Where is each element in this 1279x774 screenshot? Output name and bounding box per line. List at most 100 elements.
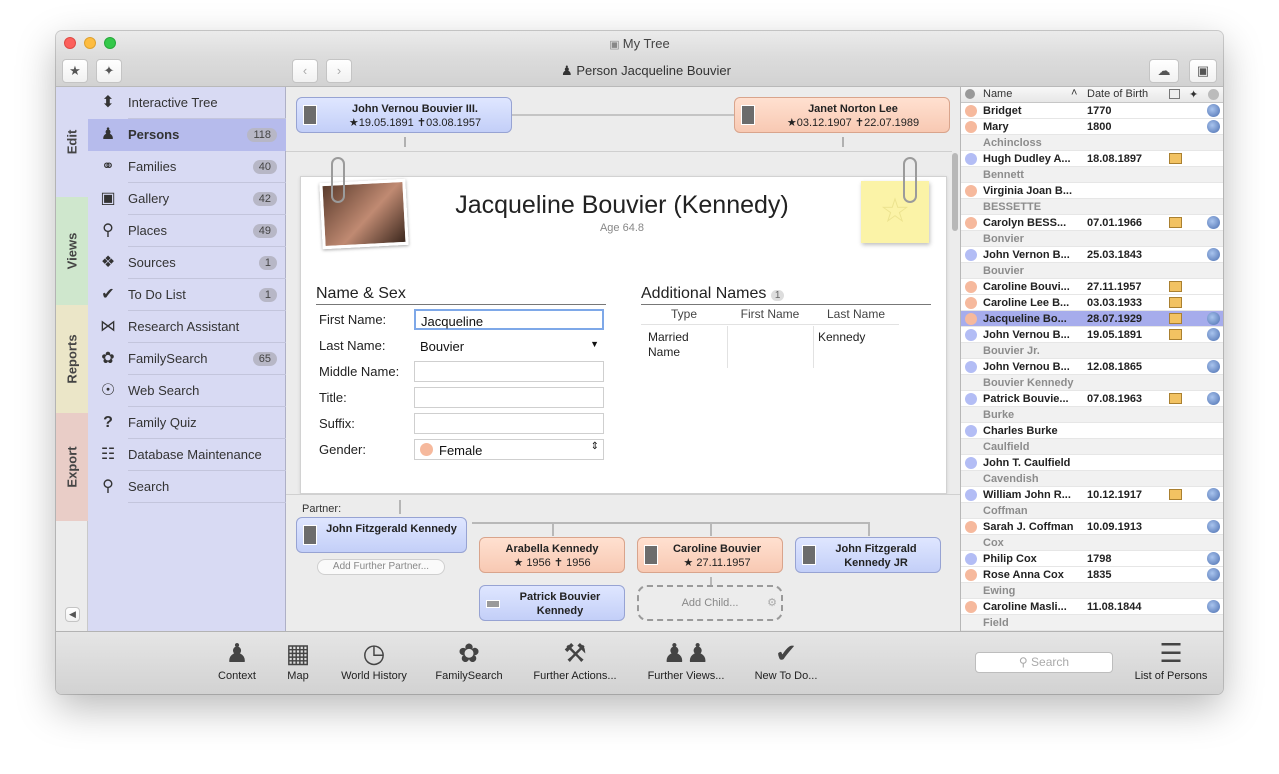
table-row[interactable]: Virginia Joan B... — [961, 183, 1223, 199]
first-name-field[interactable]: Jacqueline — [414, 309, 604, 330]
group-header[interactable]: Field — [961, 615, 1223, 631]
table-row-selected[interactable]: Jacqueline Bo... 28.07.1929 — [961, 311, 1223, 327]
sidebar-item-research-assistant[interactable]: ⋈ Research Assistant — [88, 311, 286, 343]
pin-icon: ⚲ — [102, 222, 114, 239]
child-name: Patrick Bouvier Kennedy — [519, 591, 601, 617]
table-row[interactable]: Charles Burke — [961, 423, 1223, 439]
sidebar-item-places[interactable]: ⚲ Places 49 — [88, 215, 286, 247]
sex-column-icon[interactable] — [965, 89, 975, 99]
table-row[interactable]: Caroline Masli... 11.08.1844 — [961, 599, 1223, 615]
column-header[interactable]: First Name — [727, 307, 813, 321]
mother-card[interactable]: Janet Norton Lee ★03.12.1907 ✝22.07.1989 — [734, 97, 950, 133]
list-of-persons-button[interactable]: ☰ List of Persons — [1128, 636, 1214, 682]
sidebar-item-gallery[interactable]: ▣ Gallery 42 — [88, 183, 286, 215]
group-header[interactable]: Bennett — [961, 167, 1223, 183]
child-card-caroline[interactable]: Caroline Bouvier ★ 27.11.1957 — [637, 537, 783, 573]
table-row[interactable]: Mary 1800 — [961, 119, 1223, 135]
add-partner-button[interactable]: Add Further Partner... — [317, 559, 445, 575]
globe-column-icon[interactable] — [1208, 89, 1219, 100]
tag-column-icon[interactable]: ✦ — [1189, 88, 1198, 101]
favorites-button[interactable]: ★ — [62, 59, 88, 83]
table-row[interactable]: John Vernou B... 19.05.1891 — [961, 327, 1223, 343]
cloud-button[interactable]: ☁ — [1149, 59, 1179, 83]
partner-card[interactable]: John Fitzgerald Kennedy — [296, 517, 467, 553]
sidebar-item-family-quiz[interactable]: ? Family Quiz — [88, 407, 286, 439]
middle-name-field[interactable] — [414, 361, 604, 382]
table-row[interactable]: Hugh Dudley A... 18.08.1897 — [961, 151, 1223, 167]
table-row[interactable]: Sarah J. Coffman 10.09.1913 — [961, 519, 1223, 535]
child-card-patrick[interactable]: Patrick Bouvier Kennedy — [479, 585, 625, 621]
group-header[interactable]: Bouvier — [961, 263, 1223, 279]
title-field[interactable] — [414, 387, 604, 408]
further-views-button[interactable]: ♟♟ Further Views... — [640, 636, 732, 682]
globe-icon — [1207, 120, 1220, 133]
sticky-note[interactable]: ☆ — [861, 181, 929, 243]
column-header[interactable]: Last Name — [813, 307, 899, 321]
date-of-birth-cell: 11.08.1844 — [1087, 601, 1142, 613]
suffix-field[interactable] — [414, 413, 604, 434]
sidebar-item-sources[interactable]: ❖ Sources 1 — [88, 247, 286, 279]
gender-select[interactable]: Female ⇕ — [414, 439, 604, 460]
sidebar-item-persons[interactable]: ♟ Persons 118 — [88, 119, 286, 151]
table-row[interactable]: Rose Anna Cox 1835 — [961, 567, 1223, 583]
group-header[interactable]: Ewing — [961, 583, 1223, 599]
name-column-header[interactable]: Name — [983, 88, 1012, 100]
group-header[interactable]: Bouvier Jr. — [961, 343, 1223, 359]
tab-export[interactable]: Export — [56, 413, 88, 521]
group-header[interactable]: Cavendish — [961, 471, 1223, 487]
child-card-arabella[interactable]: Arabella Kennedy ★ 1956 ✝ 1956 — [479, 537, 625, 573]
further-actions-button[interactable]: ⚒ Further Actions... — [524, 636, 626, 682]
sidebar-item-database-maintenance[interactable]: ☷ Database Maintenance — [88, 439, 286, 471]
panel-icon: ▣ — [1196, 63, 1210, 78]
group-header[interactable]: Coffman — [961, 503, 1223, 519]
world-history-button[interactable]: ◷ World History — [334, 636, 414, 682]
scrollbar-thumb[interactable] — [952, 153, 958, 231]
group-header[interactable]: Cox — [961, 535, 1223, 551]
group-header[interactable]: Achincloss — [961, 135, 1223, 151]
sidebar-toggle-button[interactable]: ▣ — [1189, 59, 1217, 83]
group-header[interactable]: Bonvier — [961, 231, 1223, 247]
sidebar-item-to-do-list[interactable]: ✔ To Do List 1 — [88, 279, 286, 311]
child-card-john-jr[interactable]: John Fitzgerald Kennedy JR — [795, 537, 941, 573]
dob-column-header[interactable]: Date of Birth — [1087, 88, 1148, 100]
sidebar-item-web-search[interactable]: ☉ Web Search — [88, 375, 286, 407]
sidebar-item-familysearch[interactable]: ✿ FamilySearch 65 — [88, 343, 286, 375]
collapse-sidebar-button[interactable]: ◀ — [65, 607, 80, 622]
table-row[interactable]: Married Name Kennedy — [641, 326, 899, 368]
sidebar-item-families[interactable]: ⚭ Families 40 — [88, 151, 286, 183]
table-row[interactable]: Philip Cox 1798 — [961, 551, 1223, 567]
familysearch-button[interactable]: ✿ FamilySearch — [429, 636, 509, 682]
sidebar-item-search[interactable]: ⚲ Search — [88, 471, 286, 503]
column-header[interactable]: Type — [641, 307, 727, 321]
photo-column-icon[interactable] — [1169, 89, 1180, 99]
table-row[interactable]: Carolyn BESS... 07.01.1966 — [961, 215, 1223, 231]
map-button[interactable]: ▦ Map — [276, 636, 320, 682]
last-name-combobox[interactable]: Bouvier ▼ — [414, 335, 604, 356]
tab-views[interactable]: Views — [56, 197, 88, 305]
table-row[interactable]: John T. Caulfield — [961, 455, 1223, 471]
group-header[interactable]: Bouvier Kennedy — [961, 375, 1223, 391]
table-row[interactable]: Caroline Bouvi... 27.11.1957 — [961, 279, 1223, 295]
search-field[interactable]: ⚲ Search — [975, 652, 1113, 673]
new-todo-button[interactable]: ✔ New To Do... — [746, 636, 826, 682]
table-row[interactable]: Patrick Bouvie... 07.08.1963 — [961, 391, 1223, 407]
table-row[interactable]: John Vernou B... 12.08.1865 — [961, 359, 1223, 375]
table-row[interactable]: William John R... 10.12.1917 — [961, 487, 1223, 503]
tab-edit[interactable]: Edit — [56, 87, 88, 197]
group-header[interactable]: Caulfield — [961, 439, 1223, 455]
sidebar-item-interactive-tree[interactable]: ⬍ Interactive Tree — [88, 87, 286, 119]
context-button[interactable]: ♟ Context — [211, 636, 263, 682]
group-header[interactable]: BESSETTE — [961, 199, 1223, 215]
forward-button[interactable]: › — [326, 59, 352, 83]
table-row[interactable]: Bridget 1770 — [961, 103, 1223, 119]
group-header[interactable]: Burke — [961, 407, 1223, 423]
count-badge: 49 — [252, 224, 277, 238]
table-row[interactable]: Caroline Lee B... 03.03.1933 — [961, 295, 1223, 311]
tab-reports[interactable]: Reports — [56, 305, 88, 413]
group-label: Bouvier — [983, 265, 1024, 277]
table-row[interactable]: John Vernon B... 25.03.1843 — [961, 247, 1223, 263]
tags-button[interactable]: ✦ — [96, 59, 122, 83]
father-card[interactable]: John Vernou Bouvier III. ★19.05.1891 ✝03… — [296, 97, 512, 133]
add-child-button[interactable]: Add Child... ⚙ — [637, 585, 783, 621]
back-button[interactable]: ‹ — [292, 59, 318, 83]
